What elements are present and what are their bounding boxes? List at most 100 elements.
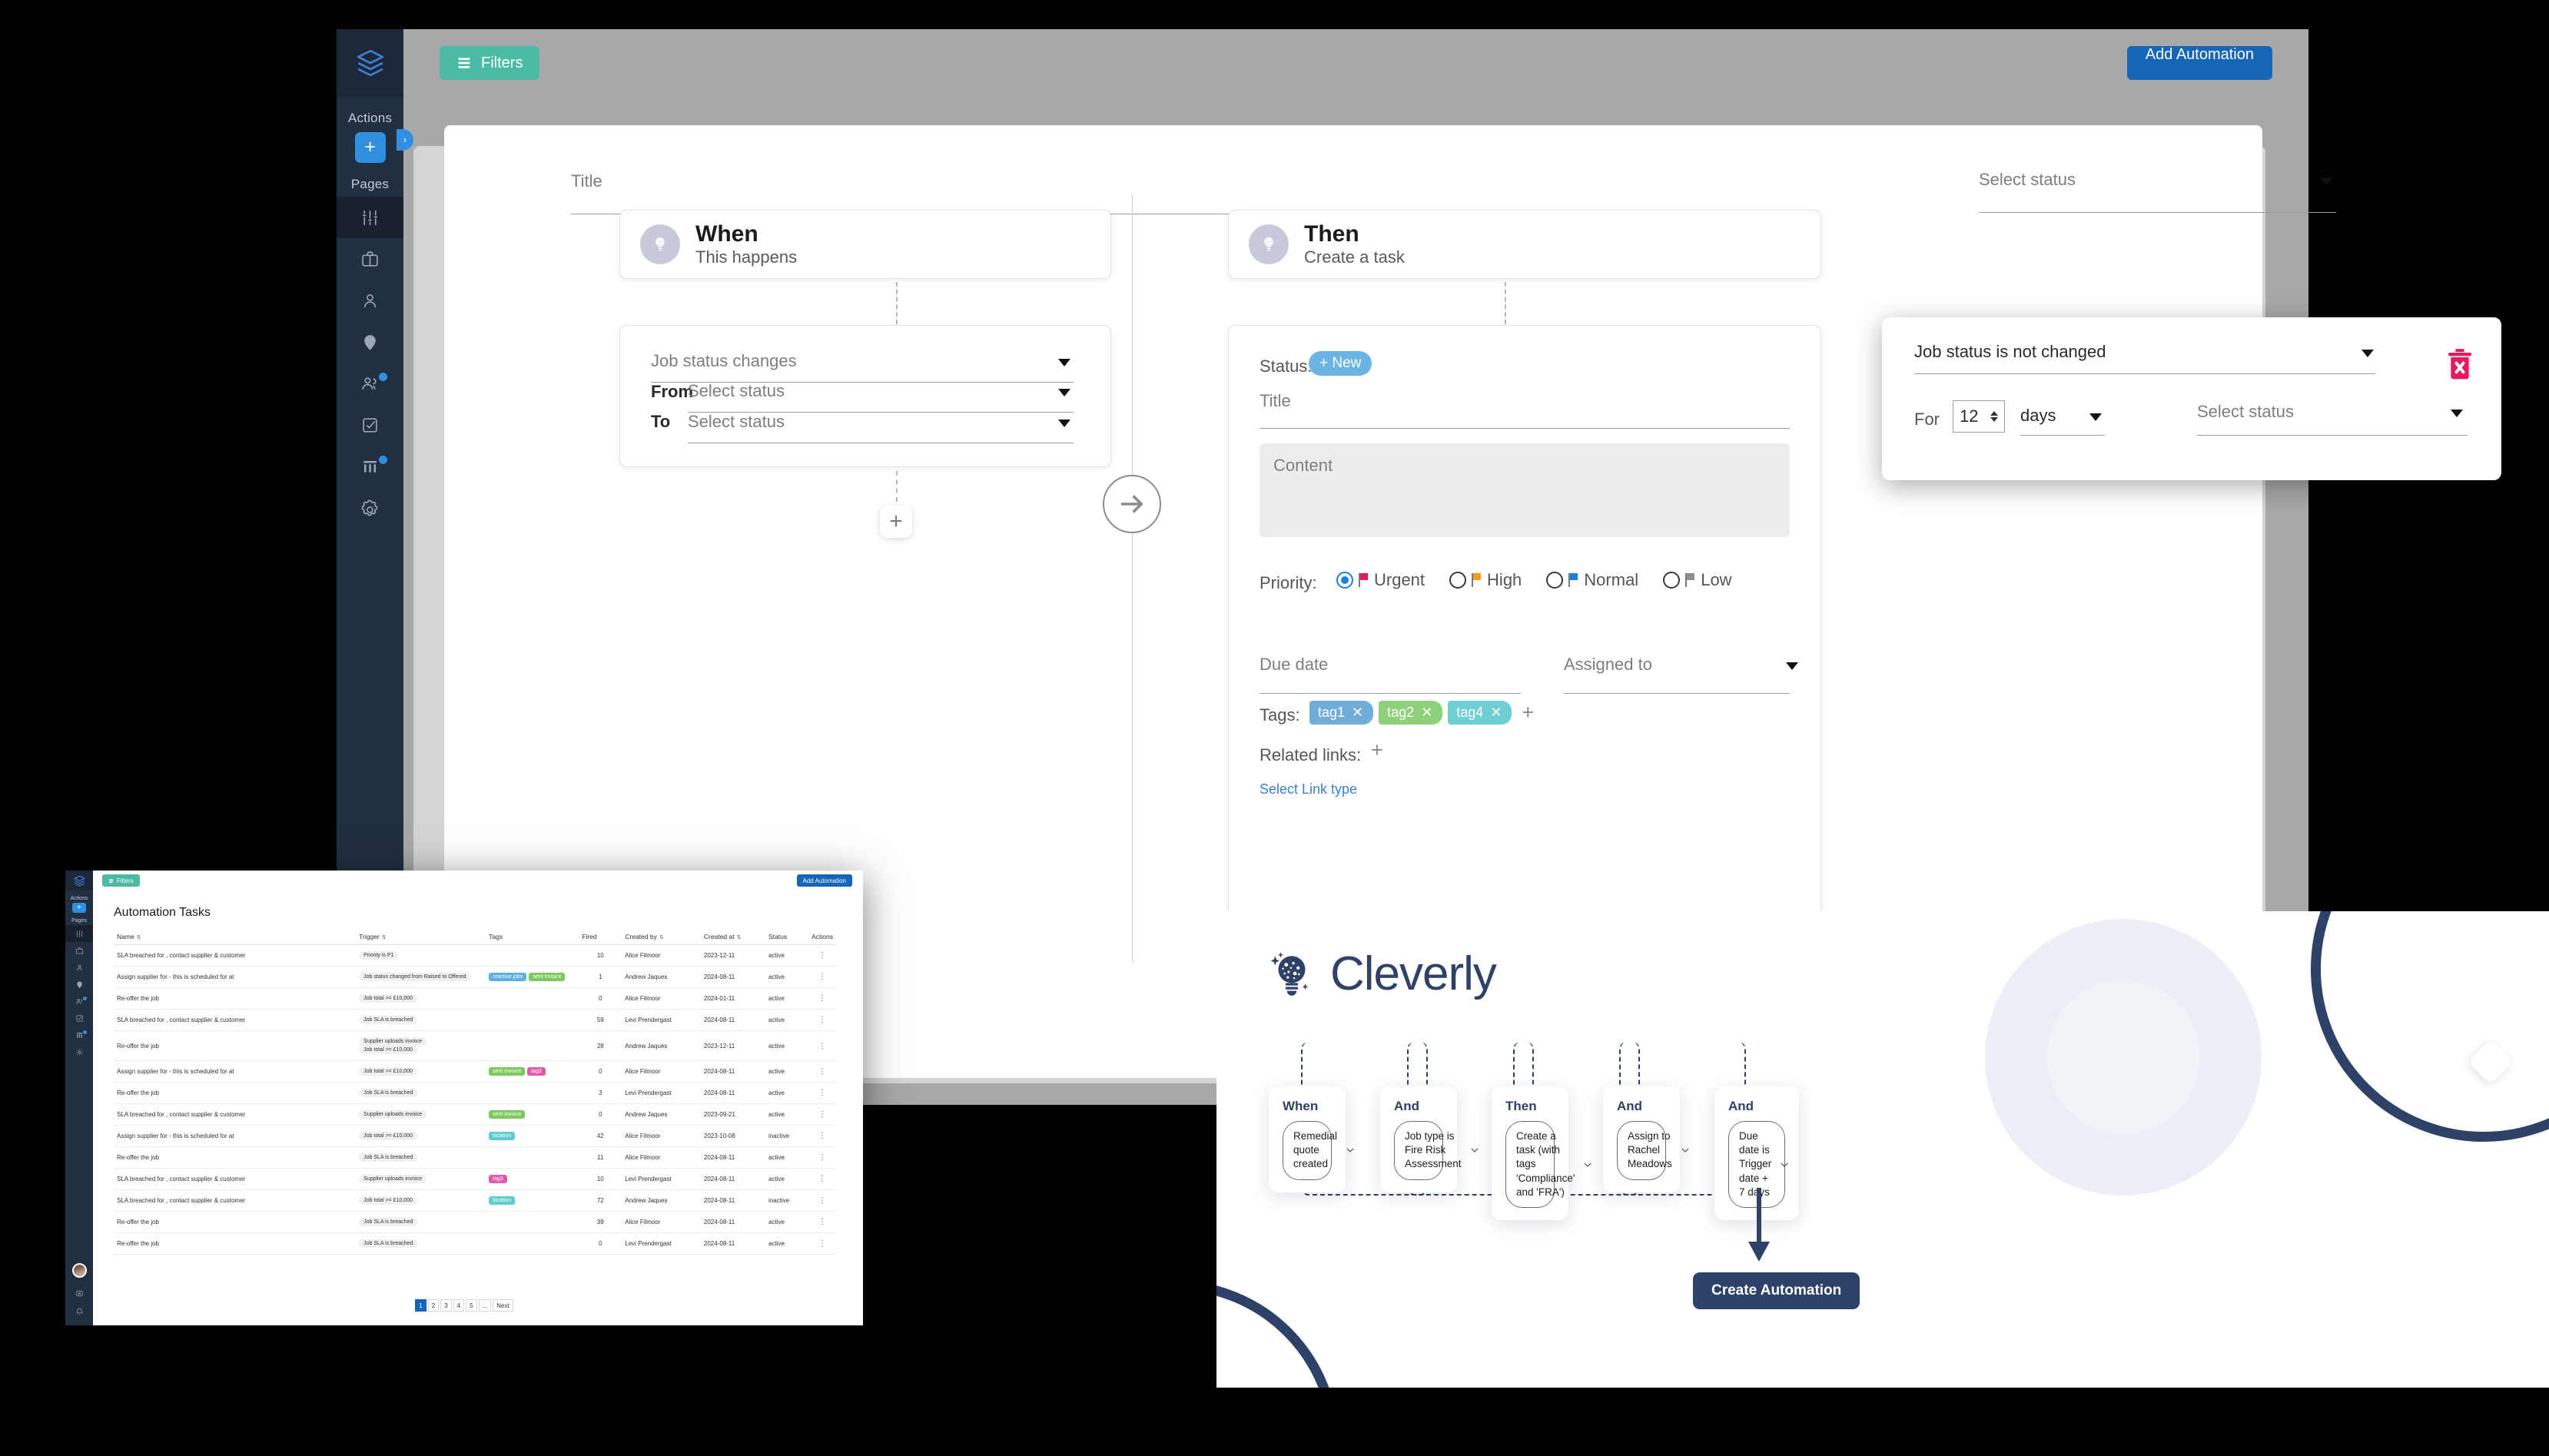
- flow-direction-button[interactable]: [1103, 475, 1161, 533]
- pagination[interactable]: 1 2 3 4 5... Next: [65, 1299, 863, 1312]
- cleverly-create-automation-button[interactable]: Create Automation: [1693, 1272, 1860, 1309]
- pagination-page[interactable]: Next: [493, 1299, 513, 1312]
- pagination-page[interactable]: 3: [440, 1299, 452, 1312]
- flow-card-select[interactable]: Assign to Rachel Meadows: [1617, 1121, 1689, 1180]
- assigned-to-select[interactable]: Assigned to: [1564, 655, 1652, 675]
- task-title-field[interactable]: Title: [1260, 391, 1291, 411]
- row-actions-button[interactable]: ⋮: [818, 1110, 826, 1119]
- tag-remove-icon[interactable]: ✕: [1352, 705, 1363, 721]
- sort-icon[interactable]: ⇅: [137, 935, 141, 940]
- table-row[interactable]: Assign supplier for - this is scheduled …: [114, 1125, 836, 1147]
- row-actions-button[interactable]: ⋮: [818, 1042, 826, 1050]
- table-row[interactable]: Re-offer the job Supplier uploads invoic…: [114, 1030, 836, 1061]
- mini-sidebar-item-sliders[interactable]: [65, 925, 93, 942]
- flow-card-and-2[interactable]: And Assign to Rachel Meadows: [1603, 1086, 1689, 1192]
- pagination-page[interactable]: 4: [453, 1299, 465, 1312]
- row-actions-button[interactable]: ⋮: [818, 951, 826, 960]
- add-automation-button[interactable]: Add Automation: [2126, 46, 2272, 80]
- sidebar-add-button[interactable]: +: [354, 132, 386, 163]
- sort-icon[interactable]: ⇅: [737, 935, 742, 940]
- pagination-page[interactable]: 1: [415, 1299, 426, 1312]
- tag-chip[interactable]: tag2 ✕: [1379, 701, 1443, 725]
- table-row[interactable]: Re-offer the job Job SLA is breached 0 Lev…: [114, 1232, 836, 1255]
- stepper-arrows-icon[interactable]: [1990, 411, 1998, 422]
- table-row[interactable]: Re-offer the job Job SLA is breached 39 Al…: [114, 1211, 836, 1233]
- mini-sidebar-item-person[interactable]: [65, 959, 93, 976]
- sort-icon[interactable]: ⇅: [659, 935, 664, 940]
- add-related-link-button[interactable]: +: [1371, 738, 1383, 762]
- mini-sidebar-item-tasks[interactable]: [65, 1010, 93, 1026]
- to-select[interactable]: Select status: [688, 412, 785, 432]
- col-created-by[interactable]: Created by ⇅: [622, 929, 701, 945]
- pagination-page[interactable]: ...: [478, 1299, 492, 1312]
- sidebar-item-sliders[interactable]: [337, 197, 403, 238]
- duration-stepper[interactable]: 12: [1953, 400, 2005, 433]
- mini-add-automation-button[interactable]: Add Automation: [796, 874, 852, 887]
- add-tag-button[interactable]: +: [1522, 701, 1534, 725]
- mini-app-logo[interactable]: [65, 871, 93, 891]
- radio-high[interactable]: [1449, 572, 1467, 589]
- due-date-field[interactable]: Due date: [1260, 655, 1328, 675]
- flow-card-then[interactable]: Then Create a task (with tags 'Complianc…: [1492, 1086, 1591, 1221]
- flow-card-when[interactable]: When Remedial quote created: [1269, 1086, 1354, 1192]
- mini-sidebar-item-locations[interactable]: [65, 976, 93, 993]
- flow-card-select[interactable]: Remedial quote created: [1283, 1121, 1354, 1180]
- pagination-page[interactable]: 2: [427, 1299, 440, 1312]
- flow-card-select[interactable]: Create a task (with tags 'Compliance' an…: [1505, 1121, 1591, 1209]
- radio-normal[interactable]: [1546, 572, 1564, 589]
- mini-sidebar-item-boards[interactable]: [65, 1026, 93, 1043]
- sidebar-item-settings[interactable]: [337, 487, 403, 529]
- row-actions-button[interactable]: ⋮: [818, 973, 826, 981]
- select-link-type-link[interactable]: Select Link type: [1260, 781, 1357, 798]
- table-row[interactable]: Re-offer the job Job total >= £10,000 0 Al…: [114, 987, 836, 1010]
- table-row[interactable]: SLA breached for , contact supplier & cu…: [114, 1168, 836, 1190]
- add-condition-button[interactable]: +: [880, 506, 912, 538]
- tag-remove-icon[interactable]: ✕: [1490, 705, 1502, 721]
- row-actions-button[interactable]: ⋮: [818, 1239, 826, 1248]
- new-status-chip[interactable]: + New: [1309, 351, 1372, 376]
- flow-card-select[interactable]: Job type is Fire Risk Assessment: [1394, 1121, 1478, 1180]
- col-name[interactable]: Name ⇅: [114, 929, 357, 945]
- tag-chip[interactable]: tag1 ✕: [1309, 701, 1374, 725]
- row-actions-button[interactable]: ⋮: [818, 1175, 826, 1183]
- priority-radio-group[interactable]: Urgent High Normal Low: [1336, 570, 1732, 590]
- title-field[interactable]: Title: [571, 171, 602, 191]
- tag-remove-icon[interactable]: ✕: [1421, 705, 1432, 721]
- row-actions-button[interactable]: ⋮: [818, 1016, 826, 1024]
- mini-contact-card-button[interactable]: [65, 1289, 93, 1298]
- table-row[interactable]: SLA breached for , contact supplier & cu…: [114, 944, 836, 967]
- radio-low[interactable]: [1663, 572, 1681, 589]
- radio-urgent[interactable]: [1336, 572, 1353, 589]
- row-actions-button[interactable]: ⋮: [818, 1067, 826, 1076]
- trigger-select[interactable]: Job status changes: [651, 351, 797, 371]
- sidebar-item-people[interactable]: [337, 363, 403, 404]
- table-row[interactable]: Re-offer the job Job SLA is breached 3 Lev…: [114, 1082, 836, 1104]
- status-select[interactable]: Select status: [1979, 170, 2076, 190]
- sidebar-item-locations[interactable]: [337, 321, 403, 363]
- delete-condition-button[interactable]: [2444, 348, 2475, 382]
- row-actions-button[interactable]: ⋮: [818, 1089, 826, 1097]
- row-actions-button[interactable]: ⋮: [818, 1196, 826, 1205]
- tag-chip[interactable]: tag4 ✕: [1448, 701, 1512, 725]
- filters-button[interactable]: Filters: [440, 46, 540, 80]
- mini-add-button[interactable]: +: [72, 903, 86, 913]
- table-row[interactable]: Assign supplier for - this is scheduled …: [114, 1060, 836, 1083]
- sidebar-item-jobs[interactable]: [337, 238, 403, 280]
- app-logo[interactable]: [337, 29, 403, 97]
- sidebar-item-person[interactable]: [337, 280, 403, 321]
- sidebar-item-boards[interactable]: [337, 446, 403, 487]
- row-actions-button[interactable]: ⋮: [818, 1153, 826, 1162]
- mini-user-avatar[interactable]: [72, 1263, 87, 1278]
- row-actions-button[interactable]: ⋮: [818, 1132, 826, 1140]
- priority-option-low[interactable]: Low: [1663, 570, 1732, 590]
- mini-sidebar-item-people[interactable]: [65, 993, 93, 1010]
- table-row[interactable]: SLA breached for , contact supplier & cu…: [114, 1189, 836, 1212]
- table-row[interactable]: SLA breached for , contact supplier & cu…: [114, 1103, 836, 1126]
- row-actions-button[interactable]: ⋮: [818, 1218, 826, 1226]
- priority-option-normal[interactable]: Normal: [1546, 570, 1638, 590]
- pagination-page[interactable]: 5: [466, 1299, 477, 1312]
- unit-select[interactable]: days: [2020, 406, 2056, 426]
- table-row[interactable]: Re-offer the job Job SLA is breached 11 Al…: [114, 1146, 836, 1169]
- task-content-field[interactable]: Content: [1260, 443, 1790, 537]
- popover-status-select[interactable]: Select status: [2197, 402, 2294, 422]
